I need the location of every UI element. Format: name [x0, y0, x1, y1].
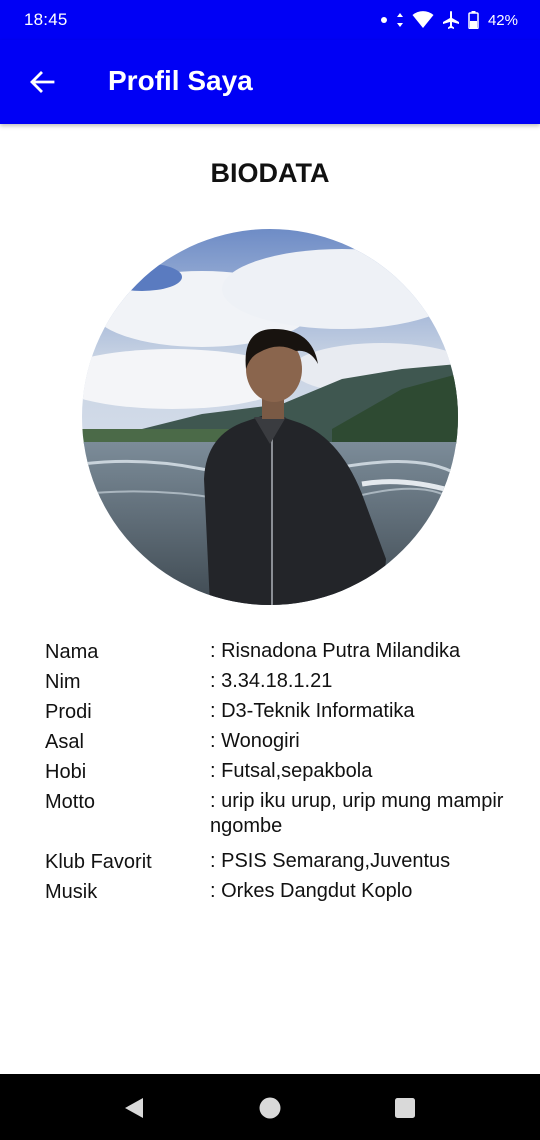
biodata-row-hobi: Hobi : Futsal,sepakbola [45, 757, 515, 787]
biodata-value: : Orkes Dangdut Koplo [210, 880, 413, 902]
home-circle-icon [259, 1097, 281, 1119]
system-nav-bar [0, 1074, 540, 1140]
status-icons: 42% [380, 8, 518, 32]
data-arrows-icon [396, 13, 403, 27]
nav-home-button[interactable] [256, 1094, 284, 1122]
notification-dot-icon [380, 17, 387, 23]
nav-recents-button[interactable] [391, 1094, 419, 1122]
biodata-row-klub-favorit: Klub Favorit : PSIS Semarang,Juventus [45, 847, 515, 877]
biodata-label: Asal [45, 731, 84, 753]
biodata-value: : Wonogiri [210, 730, 300, 752]
biodata-heading: BIODATA [210, 158, 330, 188]
battery-percent: 42% [487, 11, 518, 29]
biodata-row-musik: Musik : Orkes Dangdut Koplo [45, 877, 515, 907]
biodata-row-nim: Nim : 3.34.18.1.21 [45, 667, 515, 697]
nav-back-button[interactable] [120, 1094, 148, 1122]
page-title: Profil Saya [108, 65, 253, 96]
biodata-label: Hobi [45, 761, 87, 783]
biodata-value: : D3-Teknik Informatika [210, 700, 415, 722]
back-triangle-icon [125, 1098, 143, 1118]
biodata-label: Prodi [45, 701, 92, 723]
biodata-label: Klub Favorit [45, 851, 152, 873]
status-bar: 18:45 42% [0, 0, 540, 40]
biodata-row-motto: Motto : urip iku urup, urip mung mampir … [45, 787, 515, 839]
profile-photo-illustration [82, 229, 458, 605]
back-button[interactable] [22, 62, 62, 102]
biodata-list: Nama : Risnadona Putra Milandika Nim : 3… [45, 637, 515, 907]
app-bar: Profil Saya [0, 40, 540, 124]
biodata-label: Motto [45, 791, 96, 813]
biodata-label: Nim [45, 671, 81, 693]
biodata-value: : 3.34.18.1.21 [210, 670, 333, 692]
biodata-label: Nama [45, 641, 99, 663]
biodata-row-prodi: Prodi : D3-Teknik Informatika [45, 697, 515, 727]
biodata-value: : Risnadona Putra Milandika [210, 640, 461, 662]
airplane-icon [442, 11, 459, 29]
profile-photo [82, 229, 458, 605]
wifi-icon [412, 11, 434, 28]
biodata-value: : PSIS Semarang,Juventus [210, 850, 451, 872]
biodata-label: Musik [45, 881, 98, 903]
biodata-value: : urip iku urup, urip mung mampir ngombe [210, 790, 504, 837]
status-time: 18:45 [24, 10, 68, 29]
biodata-value: : Futsal,sepakbola [210, 760, 373, 782]
recents-square-icon [395, 1098, 415, 1118]
battery-icon [468, 11, 479, 29]
arrow-back-icon [30, 71, 55, 93]
biodata-row-asal: Asal : Wonogiri [45, 727, 515, 757]
biodata-row-nama: Nama : Risnadona Putra Milandika [45, 637, 515, 667]
